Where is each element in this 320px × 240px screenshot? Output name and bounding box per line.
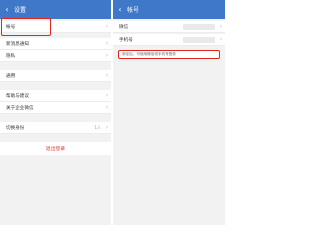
settings-item-notifications[interactable]: 新消息通知 › <box>0 38 111 50</box>
settings-item-label: 关于企业微信 <box>6 105 34 111</box>
settings-header: ‹ 设置 <box>0 0 111 19</box>
settings-item-label: 新消息通知 <box>6 41 29 47</box>
account-header: ‹ 帐号 <box>113 0 225 19</box>
settings-item-label: 帮助与建议 <box>6 93 29 99</box>
phone-value-redacted <box>183 36 215 43</box>
settings-item-switch-identity[interactable]: 切换身份 1人 › <box>0 122 111 134</box>
back-arrow-icon[interactable]: ‹ <box>113 0 127 19</box>
chevron-right-icon: › <box>105 52 109 59</box>
account-title: 帐号 <box>127 7 140 14</box>
chevron-right-icon: › <box>219 36 223 43</box>
account-item-label: 微信 <box>119 24 129 30</box>
wechat-value-redacted <box>183 23 215 30</box>
identity-count: 1人 <box>94 124 101 130</box>
settings-item-label: 隐私 <box>6 53 16 59</box>
settings-item-help[interactable]: 帮助与建议 › <box>0 90 111 102</box>
account-highlight-box <box>1 18 51 36</box>
login-hint-note: 绑定后，可使用微信或手机号登录 <box>118 50 220 59</box>
back-arrow-icon[interactable]: ‹ <box>0 0 14 19</box>
settings-item-label: 切换身份 <box>6 125 25 131</box>
settings-title: 设置 <box>14 7 27 14</box>
chevron-right-icon: › <box>105 104 109 111</box>
chevron-right-icon: › <box>105 92 109 99</box>
account-screen: ‹ 帐号 微信 › 手机号 › 绑定后，可使用微信或手机号登录 <box>113 0 225 225</box>
chevron-right-icon: › <box>105 72 109 79</box>
account-item-label: 手机号 <box>119 37 133 43</box>
account-item-phone[interactable]: 手机号 › <box>113 34 225 46</box>
chevron-right-icon: › <box>219 23 223 30</box>
settings-item-about[interactable]: 关于企业微信 › <box>0 102 111 114</box>
chevron-right-icon: › <box>105 124 109 131</box>
settings-screen: ‹ 设置 帐号 › 新消息通知 › 隐私 › 通用 › 帮助与建议 › 关于企业… <box>0 0 111 225</box>
settings-item-general[interactable]: 通用 › <box>0 70 111 82</box>
settings-item-label: 通用 <box>6 73 16 79</box>
logout-button[interactable]: 退出登录 <box>0 142 111 155</box>
account-item-wechat[interactable]: 微信 › <box>113 21 225 33</box>
chevron-right-icon: › <box>105 23 109 30</box>
settings-item-privacy[interactable]: 隐私 › <box>0 50 111 62</box>
chevron-right-icon: › <box>105 40 109 47</box>
